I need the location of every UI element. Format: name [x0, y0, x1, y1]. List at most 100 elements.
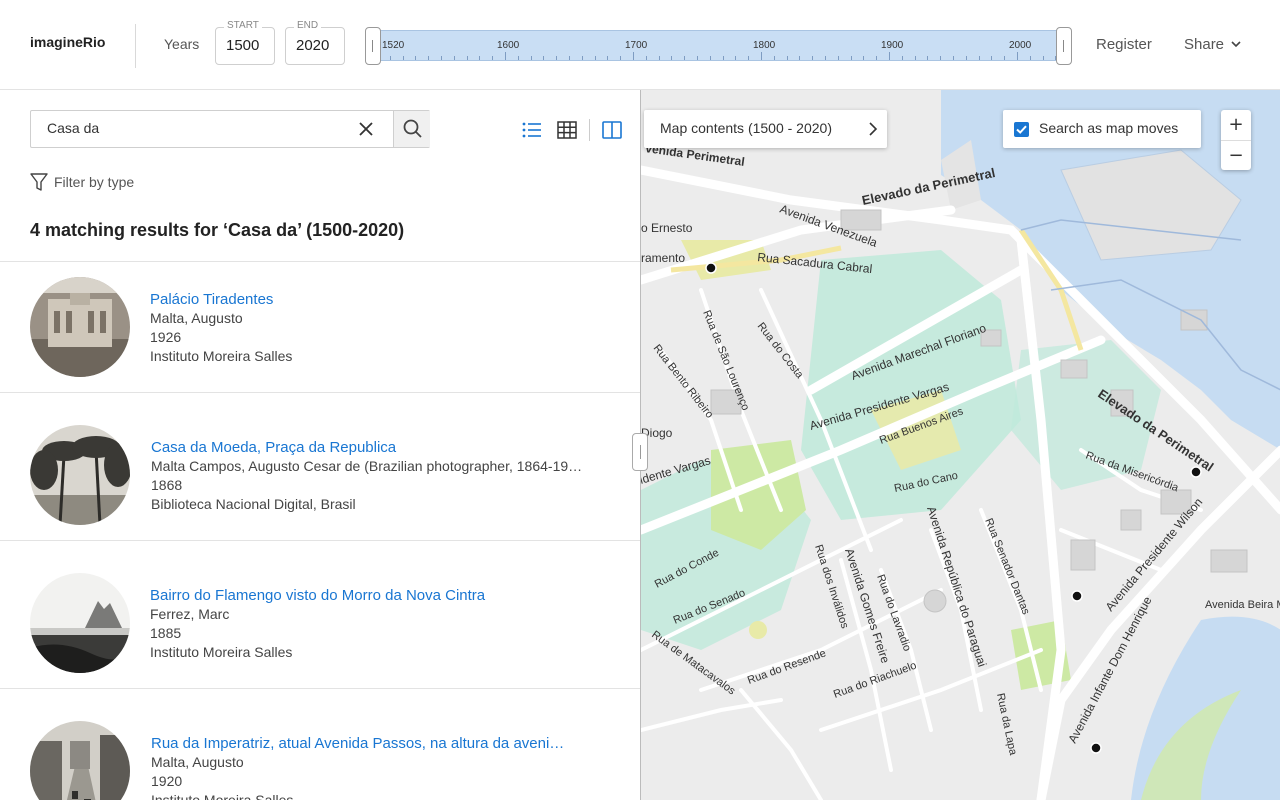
- chevron-down-icon: [1231, 41, 1241, 48]
- map-contents-label: Map contents (1500 - 2020): [660, 120, 832, 136]
- timeline-label: 1800: [753, 40, 776, 51]
- result-source: Instituto Moreira Salles: [150, 644, 293, 660]
- timeline-tick: [466, 56, 468, 60]
- result-title[interactable]: Palácio Tiradentes: [150, 290, 610, 309]
- chevron-right-icon: [869, 122, 878, 136]
- timeline-tick: [569, 56, 570, 60]
- timeline-tick: [978, 56, 980, 60]
- timeline-tick: [901, 56, 903, 60]
- timeline-tick: [684, 56, 686, 60]
- results-list: Palácio Tiradentes Malta, Augusto 1926 I…: [0, 261, 640, 800]
- timeline-tick: [492, 56, 494, 60]
- timeline-slider[interactable]: 1520 1600 1700 1800 1900 2000: [372, 30, 1066, 61]
- search-button[interactable]: [393, 111, 430, 147]
- split-view-icon[interactable]: [601, 119, 623, 141]
- header-divider: [135, 24, 136, 68]
- timeline-label: 2000: [1009, 40, 1032, 51]
- result-thumbnail: [30, 573, 130, 673]
- share-menu[interactable]: Share: [1184, 36, 1242, 53]
- search-input[interactable]: [47, 120, 347, 136]
- timeline-tick: [620, 56, 622, 60]
- timeline-label: 1600: [497, 40, 520, 51]
- timeline-end-handle[interactable]: [1056, 27, 1072, 65]
- timeline-tick: [748, 56, 750, 60]
- end-year-field[interactable]: END: [285, 20, 345, 65]
- map-marker[interactable]: [1071, 590, 1083, 602]
- street-label: o Ernesto: [641, 221, 693, 235]
- end-year-input[interactable]: [296, 37, 340, 54]
- register-link[interactable]: Register: [1096, 36, 1152, 53]
- timeline-tick: [863, 56, 865, 60]
- search-as-map-moves-label: Search as map moves: [1039, 120, 1179, 136]
- years-label: Years: [164, 36, 200, 52]
- search-as-map-moves-checkbox[interactable]: [1014, 122, 1029, 137]
- timeline-tick: [594, 56, 596, 60]
- timeline-tick: [1042, 56, 1044, 60]
- result-meta: Casa da Moeda, Praça da Republica Malta …: [151, 438, 611, 514]
- result-source: Instituto Moreira Salles: [150, 348, 293, 364]
- timeline-tick: [1004, 56, 1006, 60]
- filter-by-type[interactable]: Filter by type: [30, 172, 134, 192]
- timeline-tick: [812, 56, 814, 60]
- timeline-tick: [428, 56, 430, 60]
- result-thumbnail: [30, 425, 130, 525]
- result-source: Instituto Moreira Salles: [151, 792, 294, 800]
- timeline-tick: [773, 56, 775, 60]
- share-label: Share: [1184, 36, 1225, 53]
- app-logo[interactable]: imagineRio: [30, 34, 105, 50]
- view-divider: [589, 119, 590, 141]
- start-year-field[interactable]: START: [215, 20, 275, 65]
- map-canvas[interactable]: venida Perimetral Avenida Venezuela Elev…: [641, 90, 1280, 800]
- start-year-caption: START: [224, 20, 262, 31]
- result-meta: Palácio Tiradentes Malta, Augusto 1926 I…: [150, 290, 610, 366]
- result-item[interactable]: Palácio Tiradentes Malta, Augusto 1926 I…: [0, 262, 640, 393]
- results-heading: 4 matching results for ‘Casa da’ (1500-2…: [30, 220, 405, 240]
- timeline-tick: [697, 56, 698, 60]
- result-creator: Malta, Augusto: [151, 754, 244, 770]
- result-item[interactable]: Bairro do Flamengo visto do Morro da Nov…: [0, 541, 640, 689]
- timeline-tick: [671, 56, 673, 60]
- result-creator: Ferrez, Marc: [150, 606, 230, 622]
- timeline-tick: [453, 56, 455, 60]
- search-as-map-moves: Search as map moves: [1003, 110, 1201, 148]
- timeline-tick: [645, 56, 647, 60]
- timeline-label: 1700: [625, 40, 648, 51]
- result-item[interactable]: Casa da Moeda, Praça da Republica Malta …: [0, 393, 640, 541]
- timeline-tick: [517, 56, 519, 60]
- timeline-tick: [965, 56, 967, 60]
- timeline-tick: [505, 52, 506, 60]
- clear-icon[interactable]: [357, 120, 375, 138]
- result-title[interactable]: Rua da Imperatriz, atual Avenida Passos,…: [151, 734, 611, 753]
- street-label: ramento: [641, 251, 685, 265]
- panel-resize-handle[interactable]: [632, 433, 648, 471]
- map-marker[interactable]: [1190, 466, 1202, 478]
- timeline-tick: [927, 56, 929, 60]
- result-item[interactable]: Rua da Imperatriz, atual Avenida Passos,…: [0, 689, 640, 800]
- result-creator: Malta, Augusto: [150, 310, 243, 326]
- search-icon: [403, 119, 422, 138]
- street-label: Avenida Beira M: [1205, 599, 1280, 611]
- map-marker[interactable]: [705, 262, 717, 274]
- map-contents-button[interactable]: Map contents (1500 - 2020): [644, 110, 887, 148]
- timeline-start-handle[interactable]: [365, 27, 381, 65]
- result-thumbnail: [30, 277, 130, 377]
- timeline-tick: [722, 56, 724, 60]
- timeline-label: 1520: [382, 40, 405, 51]
- result-title[interactable]: Bairro do Flamengo visto do Morro da Nov…: [150, 586, 610, 605]
- zoom-out-button[interactable]: −: [1221, 140, 1251, 170]
- result-title[interactable]: Casa da Moeda, Praça da Republica: [151, 438, 611, 457]
- zoom-in-button[interactable]: +: [1221, 110, 1251, 140]
- timeline-tick: [991, 56, 993, 60]
- timeline-tick: [914, 56, 916, 60]
- grid-view-icon[interactable]: [556, 119, 578, 141]
- timeline-tick: [607, 56, 609, 60]
- map-marker[interactable]: [1090, 742, 1102, 754]
- zoom-control: + −: [1221, 110, 1251, 170]
- start-year-input[interactable]: [226, 37, 270, 54]
- list-view-icon[interactable]: [521, 119, 543, 141]
- timeline-tick: [825, 56, 826, 60]
- timeline-tick: [530, 56, 532, 60]
- timeline-tick: [1029, 56, 1031, 60]
- timeline-tick: [402, 56, 404, 60]
- map-view[interactable]: venida Perimetral Avenida Venezuela Elev…: [640, 90, 1280, 800]
